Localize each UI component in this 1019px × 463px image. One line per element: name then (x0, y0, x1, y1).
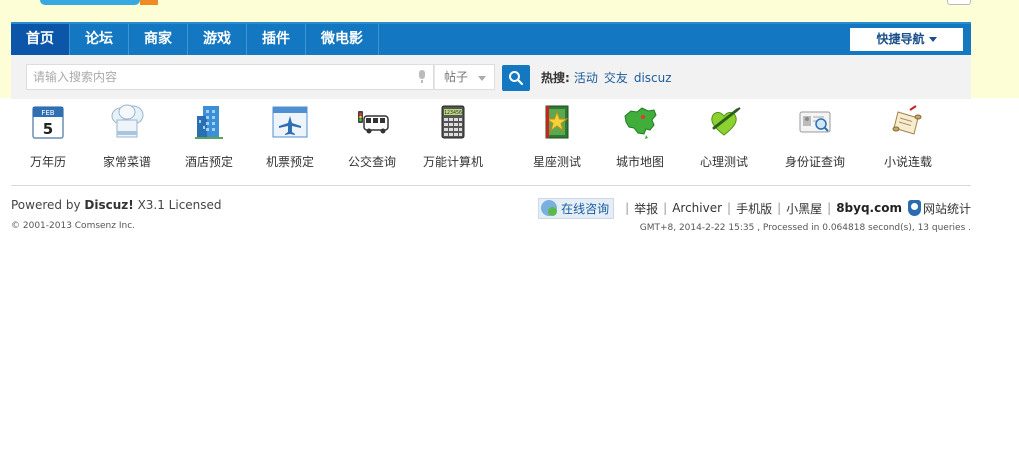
app-flight[interactable]: 机票预定 (250, 102, 330, 170)
china-map-icon (620, 102, 660, 142)
separator: | (777, 201, 782, 215)
chevron-down-icon (928, 37, 937, 42)
nav-item-games[interactable]: 游戏 (188, 24, 247, 55)
consult-icon (541, 200, 558, 216)
quick-nav-label: 快捷导航 (876, 32, 925, 46)
app-calculator[interactable]: 123456 万能计算机 (413, 102, 493, 170)
app-label: 公交查询 (347, 155, 396, 169)
microphone-icon[interactable] (419, 70, 425, 83)
app-label: 家常菜谱 (102, 155, 151, 169)
app-id-lookup[interactable]: 身份证查询 (775, 102, 855, 170)
site-link[interactable]: 8byq.com (836, 201, 902, 215)
chef-hat-icon (107, 102, 147, 142)
nav-item-forum[interactable]: 论坛 (70, 24, 129, 55)
nav-item-plugins[interactable]: 插件 (247, 24, 306, 55)
separator: | (827, 201, 832, 215)
app-city-map[interactable]: 城市地图 (600, 102, 680, 170)
heart-pen-icon (704, 102, 744, 142)
app-recipes[interactable]: 家常菜谱 (87, 102, 167, 170)
app-label: 小说连载 (883, 155, 932, 169)
copyright: © 2001-2013 Comsenz Inc. (11, 221, 136, 231)
calendar-month: FEB (41, 109, 54, 117)
app-horoscope[interactable]: 星座测试 (517, 102, 597, 170)
archiver-link[interactable]: Archiver (672, 201, 722, 215)
app-label: 万能计算机 (422, 155, 483, 169)
search-type-value: 帖子 (444, 70, 469, 84)
report-link[interactable]: 举报 (634, 200, 658, 217)
id-card-icon (795, 102, 835, 142)
shield-icon (907, 200, 921, 216)
blacklist-link[interactable]: 小黑屋 (786, 200, 822, 217)
hot-search-term[interactable]: discuz (634, 71, 672, 85)
top-right-widget[interactable] (947, 0, 971, 5)
server-status: GMT+8, 2014-2-22 15:35 , Processed in 0.… (639, 223, 971, 233)
search-bar: 请输入搜索内容 帖子 热搜: 活动 交友 discuz (11, 55, 971, 99)
app-label: 心理测试 (699, 155, 748, 169)
bus-icon (352, 102, 392, 142)
search-button[interactable] (502, 65, 530, 91)
main-nav: 首页 论坛 商家 游戏 插件 微电影 快捷导航 (11, 22, 971, 55)
hot-search-term[interactable]: 交友 (604, 71, 628, 85)
footer-links: 在线咨询 | 举报 | Archiver | 手机版 | 小黑屋 | 8byq.… (538, 197, 971, 219)
app-calendar[interactable]: FEB 5 万年历 (8, 102, 88, 170)
calendar-icon: FEB 5 (28, 102, 68, 142)
online-consult-label: 在线咨询 (561, 201, 610, 216)
hot-search-label: 热搜: (541, 71, 570, 85)
app-novels[interactable]: 小说连载 (868, 102, 948, 170)
search-icon (509, 71, 524, 86)
site-stats-link[interactable]: 网站统计 (923, 200, 971, 217)
star-book-icon (537, 102, 577, 142)
app-label: 城市地图 (615, 155, 664, 169)
nav-item-micro-film[interactable]: 微电影 (306, 24, 379, 55)
nav-item-home[interactable]: 首页 (11, 24, 70, 55)
app-label: 酒店预定 (184, 155, 233, 169)
separator: | (625, 201, 630, 215)
online-consult-button[interactable]: 在线咨询 (538, 197, 615, 219)
app-psych-test[interactable]: 心理测试 (684, 102, 764, 170)
nav-item-merchants[interactable]: 商家 (129, 24, 188, 55)
calendar-day: 5 (43, 120, 53, 138)
calculator-icon: 123456 (433, 102, 473, 142)
mobile-link[interactable]: 手机版 (736, 200, 772, 217)
app-label: 机票预定 (265, 155, 314, 169)
scroll-book-icon (888, 102, 928, 142)
calculator-display: 123456 (444, 110, 462, 116)
app-shortcuts: FEB 5 万年历 家常菜谱 酒店预定 机票预定 公交查询 123456 万能计算… (11, 102, 971, 180)
separator: | (663, 201, 668, 215)
chevron-down-icon (478, 76, 486, 81)
powered-by-prefix: Powered by (11, 198, 81, 212)
discuz-link[interactable]: Discuz! (84, 198, 133, 212)
powered-by: Powered by Discuz! X3.1 Licensed (11, 198, 222, 212)
powered-by-version: X3.1 Licensed (137, 198, 222, 212)
hot-searches: 热搜: 活动 交友 discuz (541, 69, 678, 87)
flight-ticket-icon (270, 102, 310, 142)
separator: | (727, 201, 732, 215)
hot-search-term[interactable]: 活动 (574, 71, 598, 85)
site-logo[interactable] (40, 0, 158, 6)
app-bus[interactable]: 公交查询 (332, 102, 412, 170)
search-input[interactable]: 请输入搜索内容 (26, 64, 434, 90)
app-label: 星座测试 (532, 155, 581, 169)
app-label: 身份证查询 (784, 155, 845, 169)
quick-nav-button[interactable]: 快捷导航 (850, 28, 963, 51)
footer-divider (11, 185, 971, 186)
search-type-select[interactable]: 帖子 (434, 64, 495, 90)
hotel-building-icon (189, 102, 229, 142)
app-hotel[interactable]: 酒店预定 (169, 102, 249, 170)
app-label: 万年历 (29, 155, 66, 169)
